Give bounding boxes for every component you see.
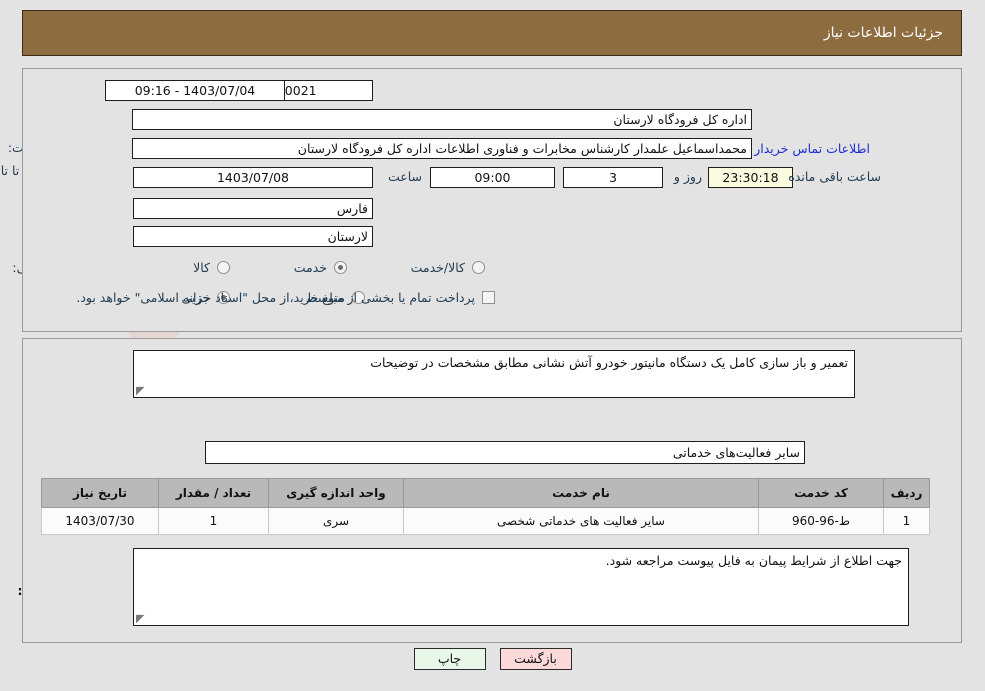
category-option-goods-service-label: کالا/خدمت [410, 260, 465, 275]
back-button[interactable]: بازگشت [499, 648, 572, 670]
category-option-goods[interactable]: کالا [193, 260, 230, 275]
page-title: جزئیات اطلاعات نیاز [823, 25, 943, 41]
buyer-notes-value: جهت اطلاع از شرایط پیمان به فایل پیوست م… [605, 553, 902, 568]
creator-value: محمداسماعیل علمدار کارشناس مخابرات و فنا… [132, 138, 752, 159]
table-header-row: ردیف کد خدمت نام خدمت واحد اندازه گیری ت… [41, 478, 930, 508]
radio-icon-service[interactable] [334, 261, 347, 274]
deadline-date-value: 1403/07/08 [133, 167, 373, 188]
category-option-service[interactable]: خدمت [294, 260, 347, 275]
cell-quantity: 1 [158, 507, 269, 535]
service-group-value: سایر فعالیت‌های خدماتی [205, 441, 805, 464]
buyer-notes-textarea[interactable]: جهت اطلاع از شرایط پیمان به فایل پیوست م… [133, 548, 909, 626]
general-desc-value: تعمیر و باز سازی کامل یک دستگاه مانیتور … [370, 355, 848, 370]
page-header: جزئیات اطلاعات نیاز [22, 10, 962, 56]
th-service-code: کد خدمت [758, 478, 884, 508]
cell-row-number: 1 [883, 507, 930, 535]
th-unit: واحد اندازه گیری [268, 478, 404, 508]
deadline-time-label: ساعت [387, 169, 422, 184]
deadline-days-label: روز و [673, 169, 702, 184]
city-value: لارستان [133, 226, 373, 247]
th-quantity: تعداد / مقدار [158, 478, 269, 508]
cell-unit: سری [268, 507, 404, 535]
cell-need-date: 1403/07/30 [41, 507, 159, 535]
deadline-days-value: 3 [563, 167, 663, 188]
services-table: ردیف کد خدمت نام خدمت واحد اندازه گیری ت… [41, 478, 930, 535]
deadline-countdown-value: 23:30:18 [708, 167, 793, 188]
buyer-contact-link[interactable]: اطلاعات تماس خریدار [754, 141, 870, 156]
islamic-treasury-label: پرداخت تمام یا بخشی از مبلغ خرید،از محل … [76, 290, 475, 305]
services-table-wrap: ردیف کد خدمت نام خدمت واحد اندازه گیری ت… [41, 478, 930, 535]
radio-icon-goods-service[interactable] [472, 261, 485, 274]
announce-datetime-value: 1403/07/04 - 09:16 [105, 80, 285, 101]
footer-buttons: بازگشت چاپ [0, 648, 985, 670]
general-desc-textarea[interactable]: تعمیر و باز سازی کامل یک دستگاه مانیتور … [133, 350, 855, 398]
province-value: فارس [133, 198, 373, 219]
category-option-goods-label: کالا [193, 260, 210, 275]
th-need-date: تاریخ نیاز [41, 478, 159, 508]
category-option-service-label: خدمت [293, 260, 327, 275]
checkbox-icon-islamic-treasury[interactable] [482, 291, 495, 304]
resize-grip-icon-notes[interactable]: ◥ [136, 612, 146, 625]
table-row: 1 ط-96-960 سایر فعالیت های خدماتی شخصی س… [41, 507, 930, 535]
buyer-org-value: اداره کل فرودگاه لارستان [132, 109, 752, 130]
th-service-name: نام خدمت [403, 478, 759, 508]
resize-grip-icon[interactable]: ◥ [136, 384, 146, 397]
deadline-countdown-label: ساعت باقی مانده [788, 169, 881, 184]
print-button[interactable]: چاپ [413, 648, 486, 670]
cell-service-code: ط-96-960 [758, 507, 884, 535]
radio-icon-goods[interactable] [217, 261, 230, 274]
deadline-time-value: 09:00 [430, 167, 555, 188]
category-option-goods-service[interactable]: کالا/خدمت [411, 260, 485, 275]
th-row-number: ردیف [883, 478, 930, 508]
islamic-treasury-checkbox-row[interactable]: پرداخت تمام یا بخشی از مبلغ خرید،از محل … [76, 290, 495, 305]
cell-service-name: سایر فعالیت های خدماتی شخصی [403, 507, 759, 535]
